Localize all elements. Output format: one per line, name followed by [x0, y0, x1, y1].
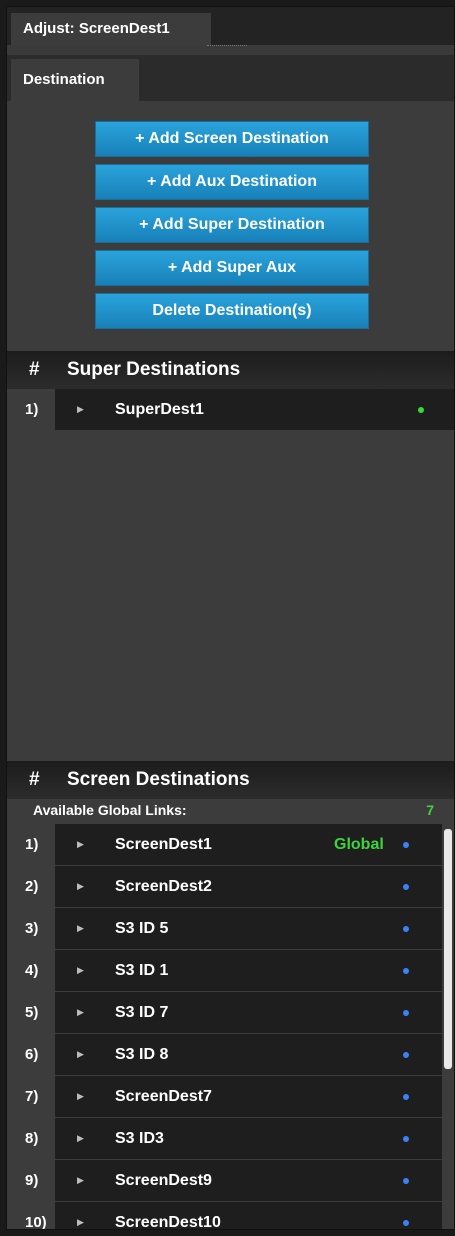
expand-arrow-icon[interactable]: ▶: [77, 1202, 84, 1229]
expand-arrow-icon[interactable]: ▶: [77, 866, 84, 907]
row-body[interactable]: ▶ S3 ID 1: [55, 950, 442, 991]
available-links-count: 7: [426, 802, 434, 818]
status-dot-icon: [403, 1052, 409, 1058]
title-bar: Adjust: ScreenDest1: [7, 7, 454, 45]
super-destinations-list: 1) ▶ SuperDest1: [7, 389, 454, 761]
table-row[interactable]: 1) ▶ ScreenDest1 Global: [7, 824, 454, 866]
expand-arrow-icon[interactable]: ▶: [77, 1118, 84, 1159]
row-number: 4): [25, 962, 39, 979]
vertical-scrollbar[interactable]: [444, 829, 452, 1069]
expand-arrow-icon[interactable]: ▶: [77, 824, 84, 865]
row-body[interactable]: ▶ S3 ID 8: [55, 1034, 442, 1075]
available-links-label: Available Global Links:: [33, 802, 187, 818]
row-number: 7): [25, 1088, 39, 1105]
delete-destinations-button[interactable]: Delete Destination(s): [95, 293, 369, 329]
add-screen-destination-button[interactable]: + Add Screen Destination: [95, 121, 369, 157]
row-body[interactable]: ▶ ScreenDest1 Global: [55, 824, 442, 865]
destination-name: S3 ID3: [115, 1130, 164, 1147]
destination-name: S3 ID 7: [115, 1004, 169, 1021]
table-row[interactable]: 8) ▶ S3 ID3: [7, 1118, 454, 1160]
destination-name: S3 ID 8: [115, 1046, 169, 1063]
section-title: Screen Destinations: [67, 769, 250, 790]
available-global-links: Available Global Links: 7: [7, 799, 454, 821]
expand-arrow-icon[interactable]: ▶: [77, 992, 84, 1033]
row-body[interactable]: ▶ ScreenDest7: [55, 1076, 442, 1117]
action-buttons: + Add Screen Destination + Add Aux Desti…: [7, 101, 454, 351]
table-row[interactable]: 10) ▶ ScreenDest10: [7, 1202, 454, 1230]
resize-grip[interactable]: [207, 45, 247, 49]
table-row[interactable]: 3) ▶ S3 ID 5: [7, 908, 454, 950]
row-number: 1): [25, 401, 39, 418]
destination-name: S3 ID 5: [115, 920, 169, 937]
row-number: 5): [25, 1004, 39, 1021]
table-row[interactable]: 6) ▶ S3 ID 8: [7, 1034, 454, 1076]
tab-destination[interactable]: Destination: [11, 59, 139, 101]
add-super-destination-button[interactable]: + Add Super Destination: [95, 207, 369, 243]
expand-arrow-icon[interactable]: ▶: [77, 1076, 84, 1117]
table-row[interactable]: 5) ▶ S3 ID 7: [7, 992, 454, 1034]
table-row[interactable]: 9) ▶ ScreenDest9: [7, 1160, 454, 1202]
row-number: 3): [25, 920, 39, 937]
destination-name: ScreenDest1: [115, 836, 212, 853]
row-body[interactable]: ▶ S3 ID3: [55, 1118, 442, 1159]
destination-name: ScreenDest2: [115, 878, 212, 895]
destination-name: ScreenDest10: [115, 1214, 221, 1230]
expand-arrow-icon[interactable]: ▶: [77, 950, 84, 991]
status-dot-icon: [403, 1010, 409, 1016]
row-body[interactable]: ▶ S3 ID 7: [55, 992, 442, 1033]
destination-name: ScreenDest9: [115, 1172, 212, 1189]
status-dot-icon: [403, 968, 409, 974]
destination-name: ScreenDest7: [115, 1088, 212, 1105]
row-body[interactable]: ▶ ScreenDest2: [55, 866, 442, 907]
tab-bar: Destination: [7, 55, 454, 101]
row-number: 6): [25, 1046, 39, 1063]
row-body[interactable]: ▶ S3 ID 5: [55, 908, 442, 949]
expand-arrow-icon[interactable]: ▶: [77, 1034, 84, 1075]
status-dot-icon: [403, 1220, 409, 1226]
table-row[interactable]: 2) ▶ ScreenDest2: [7, 866, 454, 908]
status-dot-icon: [403, 884, 409, 890]
screen-destinations-header: # Screen Destinations: [7, 761, 454, 799]
status-dot-icon: [403, 1178, 409, 1184]
global-badge: Global: [334, 836, 384, 853]
expand-arrow-icon[interactable]: ▶: [77, 389, 84, 430]
section-title: Super Destinations: [67, 359, 241, 380]
status-dot-icon: [418, 407, 424, 413]
column-number-header: #: [29, 359, 40, 380]
row-number: 1): [25, 836, 39, 853]
list-item[interactable]: 1) ▶ SuperDest1: [7, 389, 454, 431]
expand-arrow-icon[interactable]: ▶: [77, 908, 84, 949]
row-number: 2): [25, 878, 39, 895]
status-dot-icon: [403, 842, 409, 848]
screen-destinations-list: Available Global Links: 7 1) ▶ ScreenDes…: [7, 799, 454, 1230]
row-number: 10): [25, 1214, 47, 1230]
row-body[interactable]: ▶ ScreenDest9: [55, 1160, 442, 1201]
window-title-tab[interactable]: Adjust: ScreenDest1: [11, 13, 211, 45]
status-dot-icon: [403, 926, 409, 932]
column-number-header: #: [29, 769, 40, 790]
status-dot-icon: [403, 1094, 409, 1100]
add-aux-destination-button[interactable]: + Add Aux Destination: [95, 164, 369, 200]
status-dot-icon: [403, 1136, 409, 1142]
row-number: 9): [25, 1172, 39, 1189]
super-destinations-header: # Super Destinations: [7, 351, 454, 389]
row-number: 8): [25, 1130, 39, 1147]
table-row[interactable]: 7) ▶ ScreenDest7: [7, 1076, 454, 1118]
add-super-aux-button[interactable]: + Add Super Aux: [95, 250, 369, 286]
row-body[interactable]: ▶ ScreenDest10: [55, 1202, 442, 1230]
destination-name: S3 ID 1: [115, 962, 169, 979]
expand-arrow-icon[interactable]: ▶: [77, 1160, 84, 1201]
destination-name: SuperDest1: [115, 401, 204, 418]
adjust-panel: Adjust: ScreenDest1 Destination + Add Sc…: [6, 6, 455, 1230]
row-body[interactable]: ▶ SuperDest1: [55, 389, 454, 430]
table-row[interactable]: 4) ▶ S3 ID 1: [7, 950, 454, 992]
